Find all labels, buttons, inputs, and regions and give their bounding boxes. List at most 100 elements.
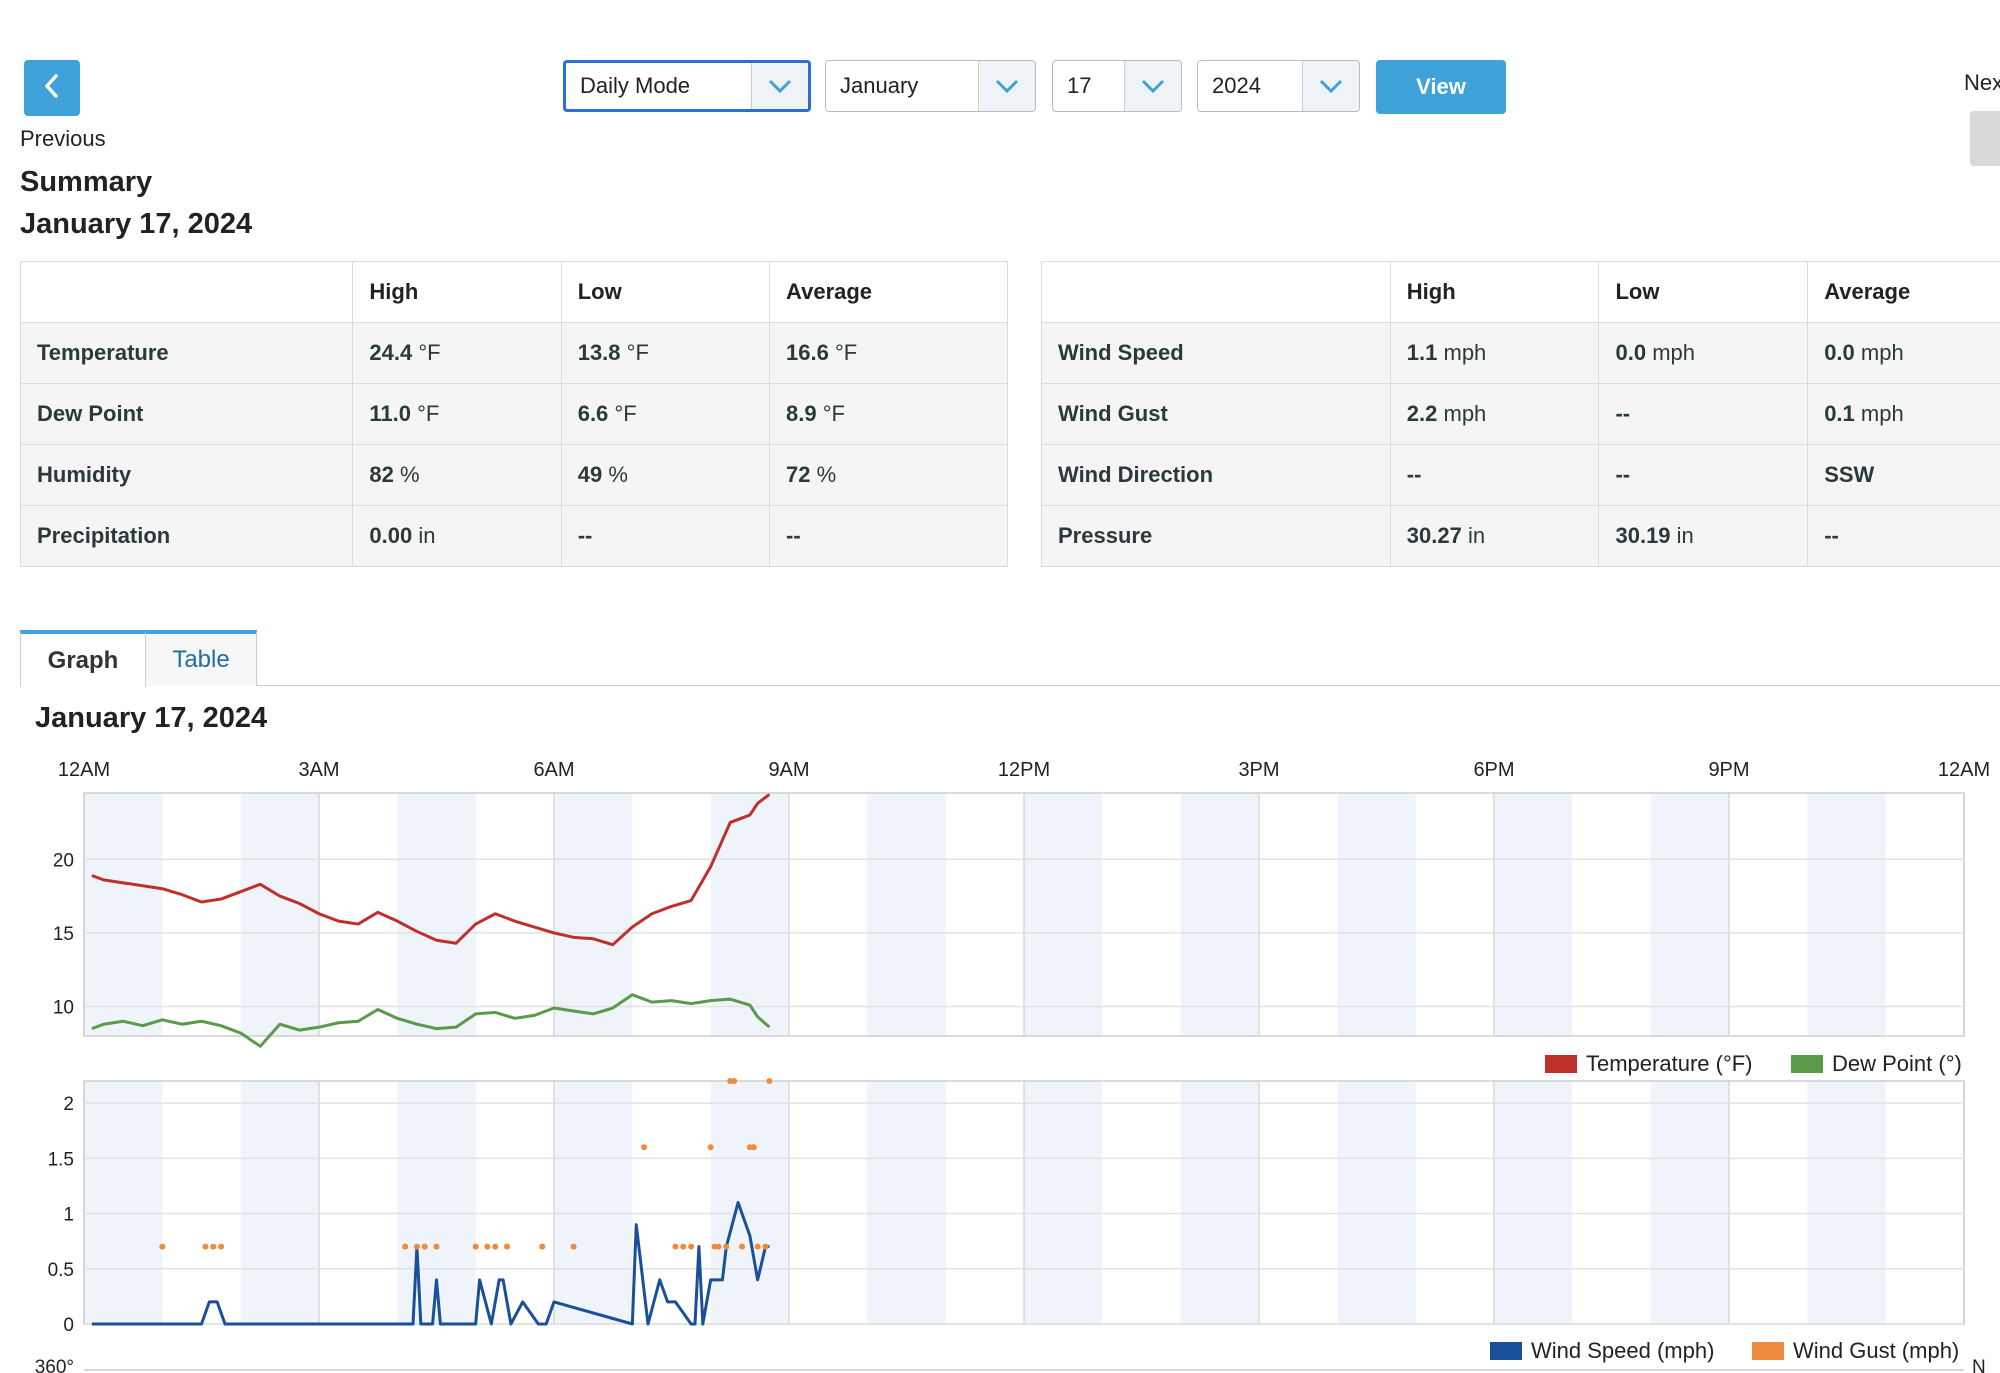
cell-value: 24.4 — [369, 340, 413, 365]
cell-unit: °F — [418, 340, 441, 365]
gust-point — [641, 1144, 648, 1151]
row-label: Humidity — [19, 444, 354, 506]
view-button[interactable]: View — [1376, 60, 1506, 114]
gust-point — [202, 1243, 209, 1250]
y-tick-label: 20 — [53, 850, 74, 871]
cell-avg: 72 % — [769, 444, 1008, 506]
hour-band — [554, 793, 633, 1036]
cell-unit: in — [418, 523, 436, 548]
cell-avg: -- — [1807, 505, 2000, 567]
table-row: Dew Point 11.0 °F 6.6 °F 8.9 °F — [19, 383, 1008, 445]
x-tick-label: 9PM — [1708, 759, 1749, 781]
cell-value: -- — [577, 523, 593, 548]
cell-high: 82 % — [352, 444, 562, 506]
gust-point — [739, 1243, 745, 1250]
column-header: Average — [769, 261, 1008, 323]
x-tick-label: 6AM — [533, 759, 574, 781]
gust-point — [731, 1078, 738, 1084]
weather-charts: 12AM 3AM 6AM 9AM 12PM 3PM 6PM 9PM 12AM101520Temp… — [35, 759, 1990, 1373]
tab-divider — [20, 685, 2000, 686]
month-select[interactable]: January — [825, 60, 1036, 112]
tab-graph[interactable]: Graph — [20, 630, 146, 687]
row-label: Precipitation — [19, 505, 354, 567]
cell-value: 0.00 — [369, 523, 413, 548]
gust-point — [433, 1243, 440, 1250]
column-header: Average — [1807, 261, 2000, 323]
cell-value: 8.9 — [786, 401, 817, 426]
gust-point — [570, 1243, 577, 1250]
gust-point — [672, 1243, 679, 1250]
legend-swatch — [1545, 1055, 1577, 1073]
chevron-down-icon — [978, 61, 1035, 111]
column-header: Low — [1598, 261, 1809, 323]
previous-label[interactable]: Previous — [20, 126, 106, 152]
column-header — [1041, 261, 1391, 323]
cell-value: 2.2 — [1406, 401, 1438, 426]
gust-point — [472, 1243, 479, 1250]
row-label: Wind Speed — [1041, 322, 1391, 384]
hour-band — [1650, 1081, 1729, 1324]
hour-band — [1180, 793, 1259, 1036]
table-row: Pressure 30.27 in 30.19 in -- — [1041, 505, 2000, 567]
cell-value: 0.0 — [1824, 340, 1855, 365]
cell-avg: -- — [769, 505, 1008, 567]
column-header: High — [1389, 261, 1600, 323]
cell-unit: °F — [822, 401, 845, 426]
hour-band — [1024, 793, 1103, 1036]
cell-value: 6.6 — [577, 401, 609, 426]
legend-label: Temperature (°F) — [1586, 1051, 1753, 1076]
mode-select-value: Daily Mode — [580, 73, 691, 98]
cell-unit: mph — [1443, 401, 1487, 426]
y-tick-label: 0.5 — [48, 1260, 74, 1281]
gust-point — [750, 1144, 757, 1151]
hour-band — [1180, 1081, 1259, 1324]
legend-swatch — [1752, 1342, 1784, 1360]
day-select[interactable]: 17 — [1052, 60, 1182, 112]
legend-swatch — [1490, 1342, 1522, 1360]
y-tick-label: 2 — [63, 1094, 74, 1115]
hour-band — [240, 1081, 319, 1324]
cell-value: 72 — [786, 462, 811, 487]
cell-unit: mph — [1860, 401, 1904, 426]
cell-unit: % — [399, 462, 420, 487]
chevron-left-icon — [41, 72, 63, 105]
cell-value: 13.8 — [577, 340, 621, 365]
cell-value: 0.0 — [1615, 340, 1647, 365]
cell-unit: mph — [1860, 340, 1904, 365]
y-tick-label: 1.5 — [48, 1149, 74, 1170]
legend-label: Wind Speed (mph) — [1531, 1338, 1714, 1363]
cell-unit: % — [608, 462, 628, 487]
cell-low: 49 % — [560, 444, 771, 506]
cell-value: 82 — [369, 462, 394, 487]
year-select[interactable]: 2024 — [1197, 60, 1360, 112]
summary-table-right: High Low Average Wind Speed 1.1 mph 0.0 mph 0.… — [1041, 261, 2000, 567]
y-tick-label: 15 — [53, 924, 74, 945]
table-row: Temperature 24.4 °F 13.8 °F 16.6 °F — [19, 322, 1008, 384]
hour-band — [1494, 1081, 1573, 1324]
hour-band — [867, 1081, 946, 1324]
cell-unit: °F — [626, 340, 649, 365]
hour-band — [554, 1081, 633, 1324]
tab-table[interactable]: Table — [145, 630, 257, 686]
cell-value: -- — [786, 523, 801, 548]
graph-title: January 17, 2024 — [35, 702, 268, 734]
hour-band — [84, 793, 163, 1036]
day-select-value: 17 — [1067, 73, 1092, 98]
column-header: High — [352, 261, 562, 323]
gust-point — [402, 1243, 409, 1250]
cell-unit: mph — [1652, 340, 1695, 365]
cell-value: 16.6 — [786, 340, 829, 365]
mode-select[interactable]: Daily Mode — [563, 60, 811, 112]
cell-high: 2.2 mph — [1389, 383, 1600, 445]
hour-band — [1024, 1081, 1103, 1324]
table-row: Precipitation 0.00 in -- -- — [19, 505, 1008, 567]
hour-band — [1807, 1081, 1886, 1324]
x-tick-label: 12AM — [1938, 759, 1990, 781]
gust-point — [421, 1243, 428, 1250]
previous-button[interactable] — [24, 60, 80, 116]
next-button[interactable] — [1970, 111, 2000, 166]
cell-unit: % — [816, 462, 837, 487]
cell-unit: mph — [1443, 340, 1487, 365]
cell-unit: °F — [417, 401, 440, 426]
next-label[interactable]: Nex — [1964, 70, 2000, 96]
